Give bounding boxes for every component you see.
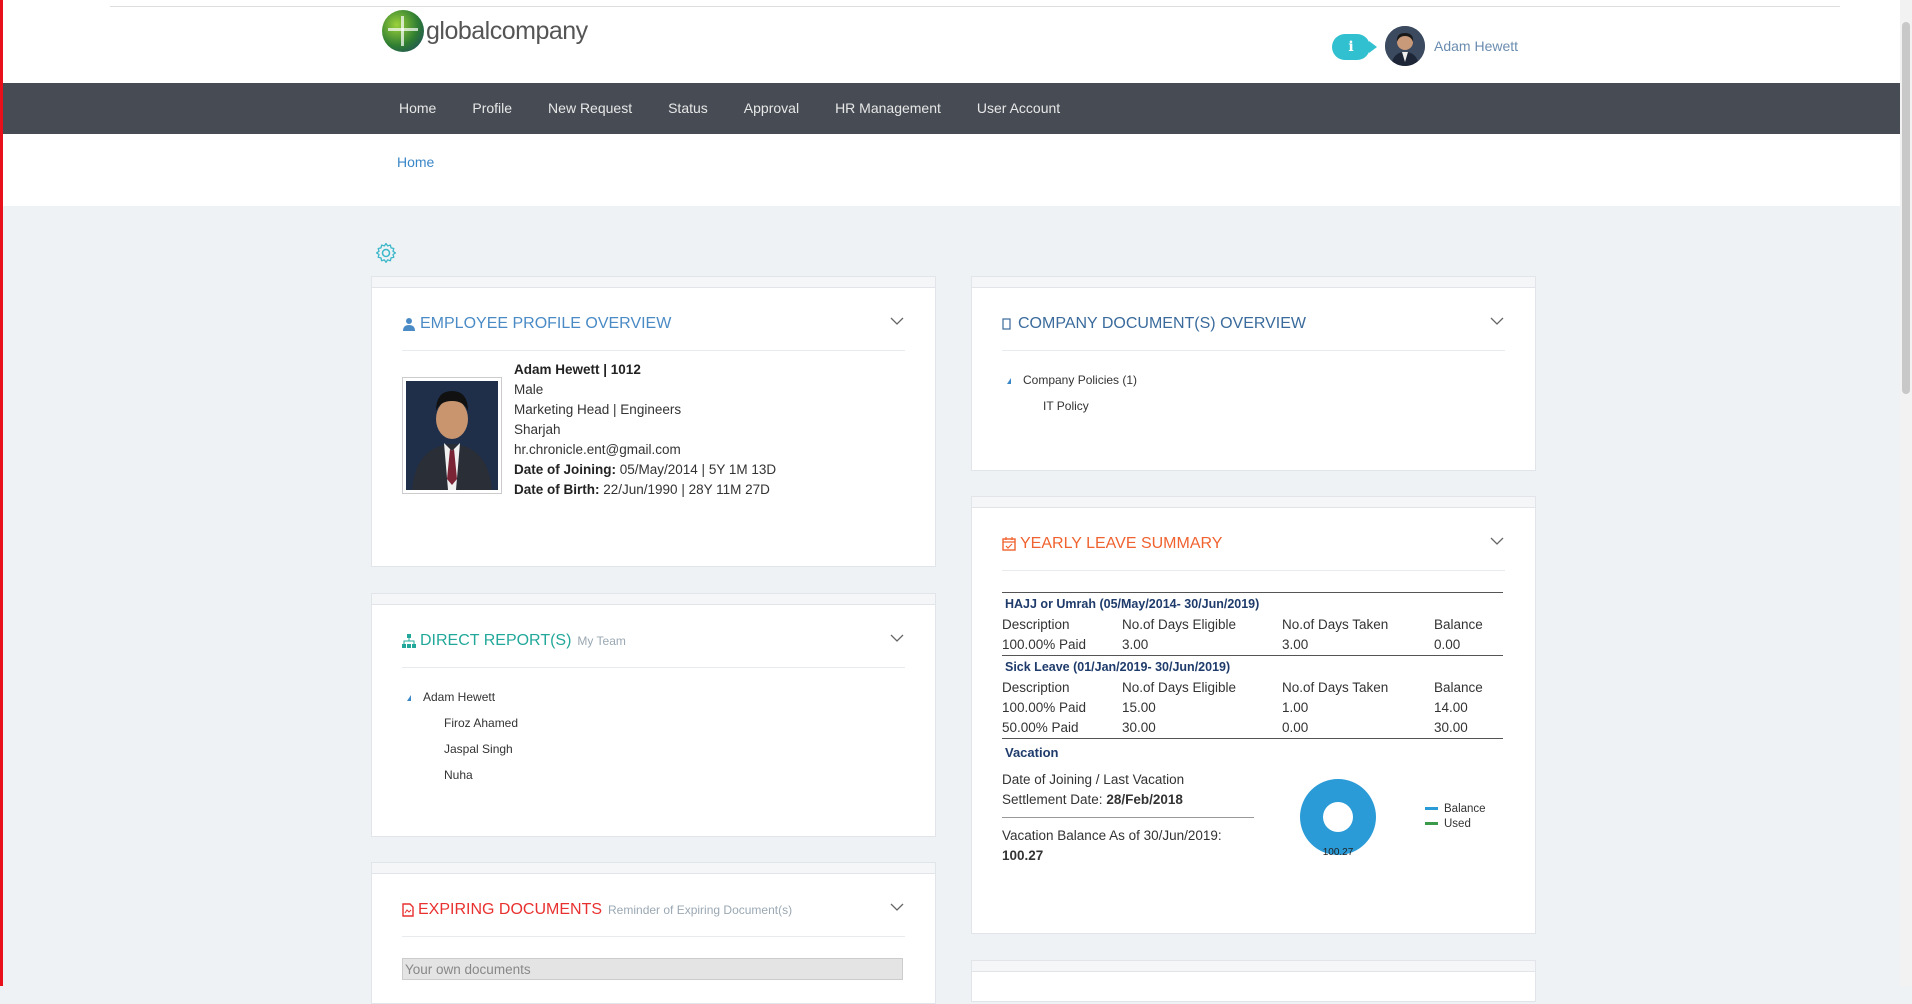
settlement-label-2: Settlement Date:: [1002, 792, 1107, 807]
employee-gender: Male: [514, 382, 544, 397]
breadcrumb: Home: [0, 134, 1912, 206]
tree-node[interactable]: Firoz Ahamed: [407, 710, 518, 736]
table-row: 100.00% Paid 15.00 1.00 14.00: [1002, 700, 1468, 715]
employee-email: hr.chronicle.ent@gmail.com: [514, 442, 681, 457]
settlement-label: Date of Joining / Last Vacation: [1002, 772, 1185, 787]
nav-profile[interactable]: Profile: [472, 83, 512, 134]
hajj-group-title: HAJJ or Umrah (05/May/2014- 30/Jun/2019): [1002, 592, 1503, 615]
main-nav: Home Profile New Request Status Approval…: [0, 83, 1912, 134]
tree-node[interactable]: Jaspal Singh: [407, 736, 518, 762]
nav-status[interactable]: Status: [668, 83, 708, 134]
user-icon: [403, 318, 415, 331]
chart-legend: Balance Used: [1425, 802, 1486, 832]
table-row: 50.00% Paid 30.00 0.00 30.00: [1002, 718, 1503, 739]
calendar-icon: [1002, 537, 1016, 551]
next-panel: [971, 960, 1536, 1002]
expand-icon[interactable]: [407, 695, 411, 701]
nav-home[interactable]: Home: [399, 83, 436, 134]
document-link[interactable]: IT Policy: [1007, 393, 1137, 419]
leave-table: HAJJ or Umrah (05/May/2014- 30/Jun/2019)…: [1002, 592, 1503, 880]
document-icon: [402, 903, 414, 917]
table-header-row: Description No.of Days Eligible No.of Days…: [1002, 617, 1483, 632]
employee-profile-panel: EMPLOYEE PROFILE OVERVIEW Adam Hewett | …: [371, 276, 936, 567]
panel-title: COMPANY DOCUMENT(S) OVERVIEW: [1018, 315, 1307, 332]
chevron-down-icon[interactable]: [1489, 533, 1505, 549]
employee-details: Adam Hewett | 1012 Male Marketing Head |…: [514, 360, 776, 500]
tree-node-folder[interactable]: Company Policies (1): [1007, 367, 1137, 393]
table-row: 100.00% Paid 3.00 3.00 0.00: [1002, 635, 1503, 656]
gear-icon[interactable]: [374, 241, 398, 265]
nav-hr-management[interactable]: HR Management: [835, 83, 941, 134]
chevron-down-icon[interactable]: [889, 899, 905, 915]
header: globalcompany i Adam Hewett: [0, 0, 1912, 83]
scrollbar-thumb[interactable]: [1902, 22, 1910, 394]
vacation-title: Vacation: [1005, 745, 1059, 760]
panel-title: DIRECT REPORT(S): [420, 632, 572, 649]
company-documents-panel: COMPANY DOCUMENT(S) OVERVIEW Company Pol…: [971, 276, 1536, 471]
info-icon[interactable]: i: [1332, 34, 1377, 60]
document-tree: Company Policies (1) IT Policy: [1007, 367, 1137, 419]
vacation-donut-chart: 100.27: [1300, 779, 1376, 858]
tree-node[interactable]: Nuha: [407, 762, 518, 788]
page-edge: [0, 0, 3, 986]
legend-item-used: Used: [1425, 817, 1486, 832]
panel-subtitle: My Team: [577, 634, 626, 648]
employee-designation: Marketing Head | Engineers: [514, 402, 682, 417]
scrollbar[interactable]: [1900, 0, 1912, 986]
chevron-down-icon[interactable]: [1489, 313, 1505, 329]
user-avatar[interactable]: [1385, 26, 1425, 66]
doj-label: Date of Joining:: [514, 462, 616, 477]
panel-subtitle: Reminder of Expiring Document(s): [608, 903, 793, 917]
sick-group-title: Sick Leave (01/Jan/2019- 30/Jun/2019): [1005, 660, 1231, 674]
user-name[interactable]: Adam Hewett: [1434, 38, 1518, 54]
file-icon: [1002, 318, 1011, 330]
doj-value: 05/May/2014 | 5Y 1M 13D: [616, 462, 777, 477]
legend-item-balance: Balance: [1425, 802, 1486, 817]
nav-new-request[interactable]: New Request: [548, 83, 632, 134]
tree-node-manager[interactable]: Adam Hewett: [407, 684, 518, 710]
employee-location: Sharjah: [514, 422, 561, 437]
nav-approval[interactable]: Approval: [744, 83, 799, 134]
expiring-documents-panel: EXPIRING DOCUMENTS Reminder of Expiring …: [371, 862, 936, 1004]
brand-name: globalcompany: [426, 16, 588, 45]
chevron-down-icon[interactable]: [889, 313, 905, 329]
browser-edge: [110, 0, 1840, 7]
settlement-date: 28/Feb/2018: [1106, 792, 1183, 807]
balance-value: 100.27: [1002, 848, 1044, 863]
dob-value: 22/Jun/1990 | 28Y 11M 27D: [599, 482, 770, 497]
employee-photo: [402, 377, 502, 494]
globe-icon: [382, 10, 424, 52]
employee-name-id: Adam Hewett | 1012: [514, 362, 641, 377]
panel-title: YEARLY LEAVE SUMMARY: [1020, 535, 1223, 552]
company-logo[interactable]: globalcompany: [382, 10, 588, 52]
chevron-down-icon[interactable]: [889, 630, 905, 646]
org-chart-icon: [402, 634, 416, 648]
vacation-details: Date of Joining / Last Vacation Settleme…: [1002, 770, 1254, 866]
team-tree: Adam Hewett Firoz Ahamed Jaspal Singh Nu…: [407, 684, 518, 788]
dob-label: Date of Birth:: [514, 482, 600, 497]
breadcrumb-home[interactable]: Home: [397, 154, 434, 170]
document-filter-select[interactable]: Your own documents: [402, 958, 903, 980]
direct-reports-panel: DIRECT REPORT(S) My Team Adam Hewett Fir…: [371, 593, 936, 837]
pie-slice-balance: [1300, 779, 1376, 855]
nav-user-account[interactable]: User Account: [977, 83, 1060, 134]
panel-title: EMPLOYEE PROFILE OVERVIEW: [420, 315, 672, 332]
leave-summary-panel: YEARLY LEAVE SUMMARY HAJJ or Umrah (05/M…: [971, 496, 1536, 934]
table-header-row: Description No.of Days Eligible No.of Days…: [1002, 680, 1483, 695]
pie-slice-label: 100.27: [1323, 847, 1354, 858]
balance-label: Vacation Balance As of 30/Jun/2019:: [1002, 828, 1222, 843]
expand-icon[interactable]: [1007, 378, 1011, 384]
panel-title: EXPIRING DOCUMENTS: [418, 901, 603, 918]
